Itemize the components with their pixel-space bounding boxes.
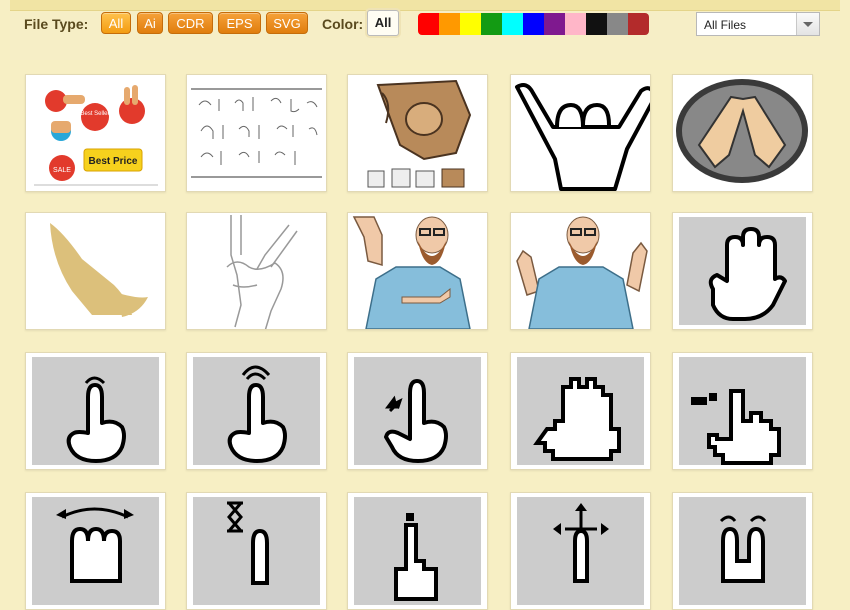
hand-pointing-badges-image: Best Seller SALE Best Price xyxy=(34,85,158,186)
thumbnail-praying-hands[interactable] xyxy=(25,212,166,330)
thumbnail-diamond-hands-oval[interactable] xyxy=(672,74,813,192)
rock-hand-sketch-image xyxy=(226,215,298,329)
color-swatch-6[interactable] xyxy=(544,13,565,35)
swipe-gesture-image xyxy=(32,497,159,605)
pointing-fist-image xyxy=(367,79,472,188)
file-type-svg-button[interactable]: SVG xyxy=(266,12,308,34)
color-all-button[interactable]: All xyxy=(367,10,399,36)
diamond-hands-oval-image xyxy=(676,79,808,183)
dropdown-button[interactable] xyxy=(796,13,819,35)
file-type-ai-button[interactable]: Ai xyxy=(137,12,163,34)
thumbnail-two-finger-tap[interactable] xyxy=(672,492,813,610)
praying-hands-image xyxy=(50,223,148,317)
thumbnail-pixel-hand-pinch[interactable] xyxy=(672,352,813,470)
thumbnail-open-hand-gray[interactable] xyxy=(672,212,813,330)
shaka-hand-image xyxy=(515,83,650,191)
color-swatch-7[interactable] xyxy=(565,13,586,35)
color-swatch-5[interactable] xyxy=(523,13,544,35)
bearded-man-shrug-image xyxy=(516,216,648,329)
pinch-gesture-image xyxy=(354,357,481,465)
thumbnail-tap-gesture-1[interactable] xyxy=(25,352,166,470)
chevron-down-icon xyxy=(803,22,813,27)
pixel-hand-open-image xyxy=(517,357,644,465)
thumbnail-hourglass-tap[interactable] xyxy=(186,492,327,610)
color-swatch-2[interactable] xyxy=(460,13,481,35)
thumbnail-pinch-gesture[interactable] xyxy=(347,352,488,470)
move-gesture-image xyxy=(517,497,644,605)
thumbnail-pixel-pointer[interactable] xyxy=(347,492,488,610)
best-price-text: Best Price xyxy=(89,156,138,167)
file-type-cdr-button[interactable]: CDR xyxy=(168,12,213,34)
color-swatch-10[interactable] xyxy=(628,13,649,35)
sign-language-sheet-image xyxy=(191,88,322,178)
color-swatch-9[interactable] xyxy=(607,13,628,35)
thumbnail-swipe-gesture[interactable] xyxy=(25,492,166,610)
color-swatch-3[interactable] xyxy=(481,13,502,35)
file-type-label: File Type: xyxy=(24,16,89,32)
color-swatch-1[interactable] xyxy=(439,13,460,35)
color-swatch-4[interactable] xyxy=(502,13,523,35)
thumbnail-pointing-fist[interactable] xyxy=(347,74,488,192)
hourglass-tap-image xyxy=(193,497,320,605)
thumbnail-bearded-man-shrug[interactable] xyxy=(510,212,651,330)
thumbnail-hand-pointing-badges[interactable]: Best Seller SALE Best Price xyxy=(25,74,166,192)
file-type-eps-button[interactable]: EPS xyxy=(218,12,261,34)
thumbnail-shaka-hand[interactable] xyxy=(510,74,651,192)
file-filter-value: All Files xyxy=(704,18,747,32)
thumbnail-rock-hand-sketch[interactable] xyxy=(186,212,327,330)
color-label: Color: xyxy=(322,16,364,32)
pixel-hand-pinch-image xyxy=(679,357,806,465)
best-seller-text: Best Seller xyxy=(80,111,109,117)
color-swatch-0[interactable] xyxy=(418,13,439,35)
open-hand-gray-image xyxy=(679,217,806,325)
pixel-pointer-image xyxy=(354,497,481,605)
thumbnail-bearded-man-pointing[interactable] xyxy=(347,212,488,330)
tap-gesture-2-image xyxy=(193,357,320,465)
thumbnail-sign-language-sheet[interactable] xyxy=(186,74,327,192)
thumbnail-pixel-hand-open[interactable] xyxy=(510,352,651,470)
file-type-all-button[interactable]: All xyxy=(101,12,131,34)
color-swatches xyxy=(418,13,649,35)
file-filter-select[interactable]: All Files xyxy=(696,12,820,36)
color-swatch-8[interactable] xyxy=(586,13,607,35)
thumbnail-tap-gesture-2[interactable] xyxy=(186,352,327,470)
tap-gesture-1-image xyxy=(32,357,159,465)
sale-text: SALE xyxy=(53,167,71,174)
thumbnail-move-gesture[interactable] xyxy=(510,492,651,610)
bearded-man-pointing-image xyxy=(352,216,471,329)
top-strip xyxy=(10,0,840,11)
two-finger-tap-image xyxy=(679,497,806,605)
